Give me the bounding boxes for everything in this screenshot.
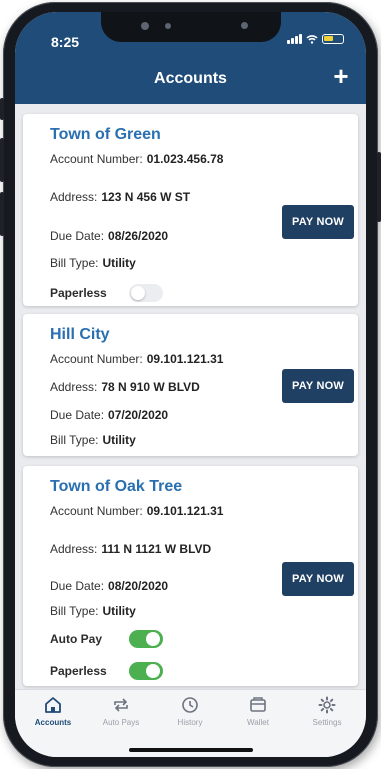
due-date-label: Due Date: — [50, 579, 105, 593]
tab-label: Wallet — [247, 718, 269, 727]
account-number-row: Account Number: 01.023.456.78 — [50, 152, 223, 166]
tab-label: Settings — [312, 718, 342, 727]
status-time: 8:25 — [51, 34, 80, 50]
pay-now-button[interactable]: PAY NOW — [282, 205, 354, 239]
gear-icon — [318, 696, 336, 714]
address-value: 123 N 456 W ST — [101, 190, 191, 204]
auto-pay-toggle[interactable] — [129, 630, 163, 648]
page-title: Accounts — [154, 70, 227, 87]
bill-type-row: Bill Type: Utility — [50, 433, 136, 447]
account-name: Town of Green — [50, 126, 161, 143]
due-date-value: 08/20/2020 — [108, 579, 169, 593]
tab-label: Auto Pays — [102, 718, 140, 727]
due-date-value: 08/26/2020 — [108, 229, 169, 243]
address-label: Address: — [50, 380, 98, 394]
tab-history[interactable]: History — [160, 696, 220, 727]
account-number-label: Account Number: — [50, 152, 143, 166]
add-account-button[interactable]: + — [328, 63, 354, 90]
wifi-icon — [306, 35, 318, 44]
bottom-tab-bar: Accounts Auto Pays History Wallet Settin… — [15, 689, 366, 757]
paperless-toggle[interactable] — [129, 662, 163, 680]
tab-label: History — [177, 718, 203, 727]
mute-switch — [0, 98, 4, 120]
bill-type-value: Utility — [102, 256, 136, 270]
phone-frame: 8:25 Accounts + Town of Green Account Nu… — [0, 2, 381, 767]
home-indicator[interactable] — [129, 748, 253, 752]
account-card: Hill City Account Number: 09.101.121.31 A… — [23, 314, 358, 456]
account-name: Town of Oak Tree — [50, 478, 183, 495]
tab-settings[interactable]: Settings — [297, 696, 357, 727]
home-icon — [45, 697, 61, 713]
account-number-label: Account Number: — [50, 352, 143, 366]
power-button — [377, 152, 381, 222]
camera-notch — [101, 12, 281, 42]
pay-now-button[interactable]: PAY NOW — [282, 562, 354, 596]
address-label: Address: — [50, 190, 98, 204]
address-value: 78 N 910 W BLVD — [101, 380, 200, 394]
account-name: Hill City — [50, 326, 110, 343]
bill-type-label: Bill Type: — [50, 256, 99, 270]
address-row: Address: 123 N 456 W ST — [50, 190, 190, 204]
signal-icon — [287, 34, 302, 44]
wallet-icon — [250, 697, 266, 712]
tab-auto-pays[interactable]: Auto Pays — [91, 696, 151, 727]
due-date-row: Due Date: 07/20/2020 — [50, 408, 168, 422]
tab-label: Accounts — [34, 718, 72, 727]
account-number-row: Account Number: 09.101.121.31 — [50, 352, 223, 366]
app-header: 8:25 Accounts + — [15, 12, 366, 104]
tab-wallet[interactable]: Wallet — [228, 696, 288, 727]
tab-accounts[interactable]: Accounts — [23, 696, 83, 727]
account-number-label: Account Number: — [50, 504, 143, 518]
account-number-value: 09.101.121.31 — [146, 504, 224, 518]
account-number-value: 01.023.456.78 — [146, 152, 224, 166]
due-date-label: Due Date: — [50, 408, 105, 422]
paperless-toggle[interactable] — [129, 284, 163, 302]
account-number-row: Account Number: 09.101.121.31 — [50, 504, 223, 518]
due-date-label: Due Date: — [50, 229, 105, 243]
status-icons — [287, 34, 344, 44]
address-label: Address: — [50, 542, 98, 556]
paperless-label: Paperless — [50, 664, 107, 678]
account-number-value: 09.101.121.31 — [146, 352, 224, 366]
due-date-row: Due Date: 08/20/2020 — [50, 579, 168, 593]
bill-type-label: Bill Type: — [50, 433, 99, 447]
account-card: Town of Oak Tree Account Number: 09.101.1… — [23, 466, 358, 686]
address-value: 111 N 1121 W BLVD — [101, 542, 212, 556]
volume-up-button — [0, 138, 4, 182]
repeat-icon — [114, 698, 128, 712]
address-row: Address: 111 N 1121 W BLVD — [50, 542, 211, 556]
address-row: Address: 78 N 910 W BLVD — [50, 380, 200, 394]
due-date-value: 07/20/2020 — [108, 408, 169, 422]
app-screen: 8:25 Accounts + Town of Green Account Nu… — [15, 12, 366, 757]
bill-type-value: Utility — [102, 433, 136, 447]
paperless-label: Paperless — [50, 286, 107, 300]
clock-icon — [182, 697, 198, 713]
bill-type-value: Utility — [102, 604, 136, 618]
due-date-row: Due Date: 08/26/2020 — [50, 229, 168, 243]
pay-now-button[interactable]: PAY NOW — [282, 369, 354, 403]
account-card: Town of Green Account Number: 01.023.456.… — [23, 114, 358, 306]
battery-icon — [322, 34, 344, 44]
auto-pay-label: Auto Pay — [50, 632, 103, 646]
bill-type-row: Bill Type: Utility — [50, 256, 136, 270]
volume-down-button — [0, 192, 4, 236]
bill-type-row: Bill Type: Utility — [50, 604, 136, 618]
bill-type-label: Bill Type: — [50, 604, 99, 618]
